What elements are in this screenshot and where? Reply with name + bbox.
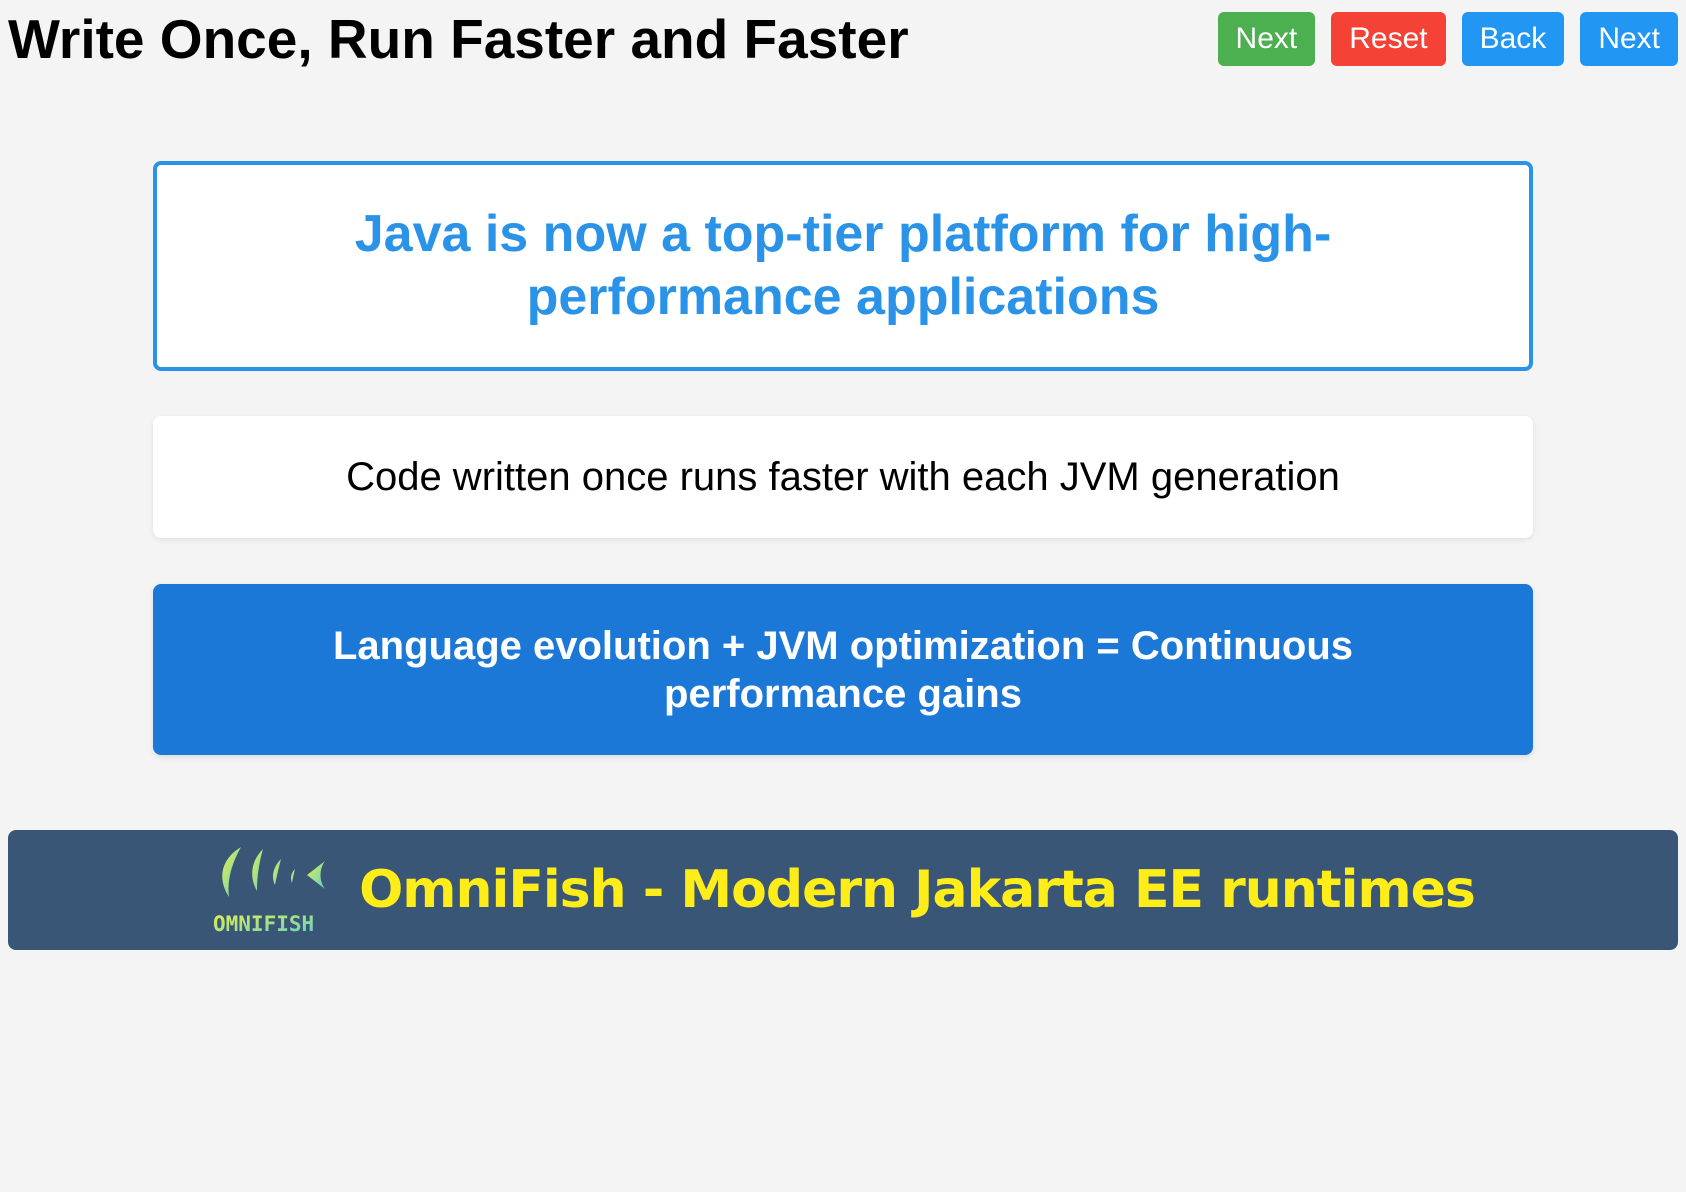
slide-controls: Next Reset Back Next <box>1217 12 1678 66</box>
header: Write Once, Run Faster and Faster Next R… <box>8 0 1678 80</box>
logo-wordmark: OMNIFISH <box>213 912 314 935</box>
info-card: Code written once runs faster with each … <box>153 416 1533 538</box>
omnifish-logo: OMNIFISH <box>211 845 327 935</box>
footer-banner: OMNIFISH OmniFish - Modern Jakarta EE ru… <box>8 830 1678 950</box>
highlight-card-text: Java is now a top-tier platform for high… <box>354 205 1332 326</box>
footer-tagline: OmniFish - Modern Jakarta EE runtimes <box>359 860 1476 920</box>
back-button[interactable]: Back <box>1461 12 1565 66</box>
summary-card: Language evolution + JVM optimization = … <box>153 584 1533 755</box>
next-button-secondary[interactable]: Next <box>1580 12 1678 66</box>
summary-card-text: Language evolution + JVM optimization = … <box>332 623 1354 716</box>
next-button[interactable]: Next <box>1217 12 1316 66</box>
reset-button[interactable]: Reset <box>1331 12 1446 66</box>
slide-page: Write Once, Run Faster and Faster Next R… <box>0 0 1686 1192</box>
fish-logo-icon: OMNIFISH <box>213 847 326 935</box>
info-card-text: Code written once runs faster with each … <box>346 455 1340 499</box>
page-title: Write Once, Run Faster and Faster <box>8 8 909 70</box>
highlight-card: Java is now a top-tier platform for high… <box>153 161 1533 371</box>
